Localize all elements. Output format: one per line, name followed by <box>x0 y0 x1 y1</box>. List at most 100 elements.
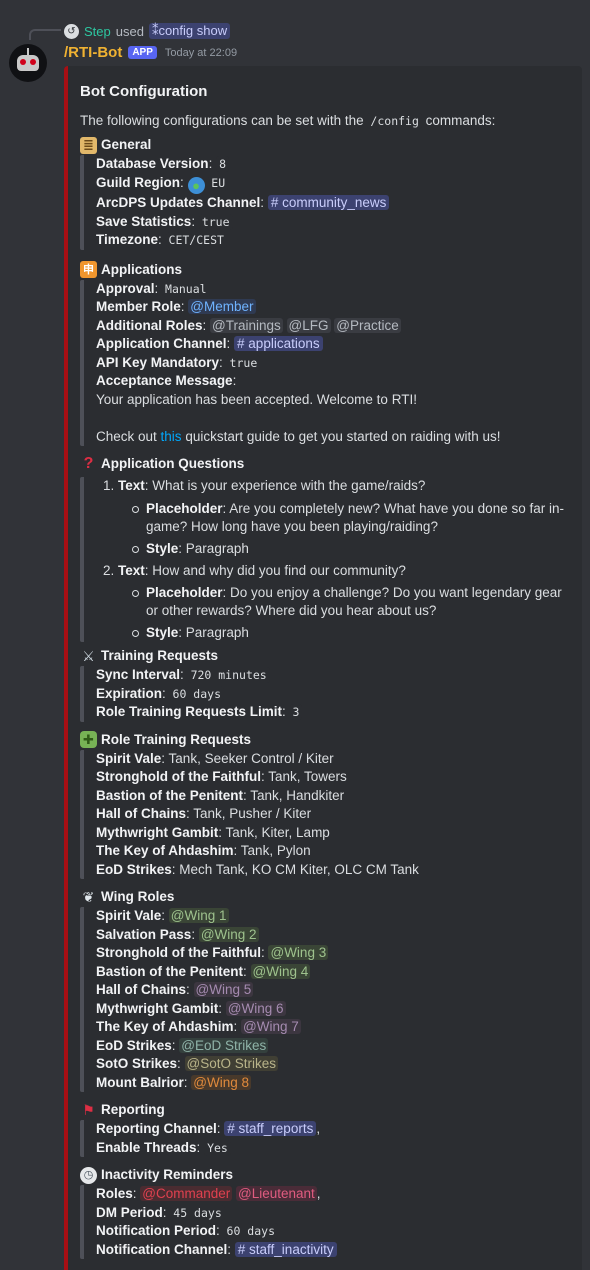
role-mention[interactable]: @Wing 3 <box>268 945 329 961</box>
wing-role-row: Mythwright Gambit: @Wing 6 <box>96 1000 286 1016</box>
reply-context[interactable]: ↺ Step used ⁑config show <box>64 22 231 40</box>
arcdps-channel-row: ArcDPS Updates Channel: # community_news <box>96 194 575 213</box>
inactivity-roles-row: Roles: @Commander @Lieutenant, <box>96 1186 321 1202</box>
wing-icon: ❦ <box>82 889 95 906</box>
section-inactivity: Roles: @Commander @Lieutenant, DM Period… <box>80 1185 575 1260</box>
role-mention[interactable]: @Wing 6 <box>225 1000 286 1016</box>
app-tag: APP <box>128 46 157 59</box>
section-general-heading: ≣ General <box>80 135 575 155</box>
question-item: Text: What is your experience with the g… <box>118 477 575 558</box>
timezone-row: Timezone: CET/CEST <box>96 231 575 250</box>
globe-icon: ● <box>187 177 205 195</box>
role-mention[interactable]: @Trainings <box>210 317 283 333</box>
puzzle-icon: ✚ <box>80 731 97 749</box>
api-key-row: API Key Mandatory: true <box>96 354 575 373</box>
placeholder-row: Placeholder: Are you completely new? Wha… <box>128 500 575 536</box>
bot-name[interactable]: /RTI-Bot <box>64 44 122 61</box>
notification-period-row: Notification Period: 60 days <box>96 1222 575 1241</box>
question-icon: ? <box>83 455 94 473</box>
placeholder-row: Placeholder: Do you enjoy a challenge? D… <box>128 584 575 620</box>
question-details: Placeholder: Do you enjoy a challenge? D… <box>118 584 575 642</box>
guild-region-row: Guild Region: ● EU <box>96 174 575 195</box>
section-reporting-heading: ⚑ Reporting <box>80 1100 575 1120</box>
sync-interval-row: Sync Interval: 720 minutes <box>96 666 575 685</box>
channel-mention[interactable]: # staff_inactivity <box>234 1241 337 1257</box>
style-row: Style: Paragraph <box>128 540 575 558</box>
embed-title: Bot Configuration <box>80 83 208 100</box>
section-general: Database Version: 8 Guild Region: ● EU A… <box>80 155 575 250</box>
acceptance-message-line1: Your application has been accepted. Welc… <box>96 391 417 407</box>
role-mention[interactable]: @Wing 1 <box>168 908 229 924</box>
role-mention[interactable]: @LFG <box>286 317 331 333</box>
bot-avatar[interactable] <box>9 44 47 82</box>
timestamp[interactable]: Today at 22:09 <box>165 47 237 59</box>
config-command-code: /config <box>367 113 422 129</box>
role-training-row: EoD Strikes: Mech Tank, KO CM Kiter, OLC… <box>96 861 419 877</box>
role-training-row: Spirit Vale: Tank, Seeker Control / Kite… <box>96 750 334 766</box>
reporting-channel-row: Reporting Channel: # staff_reports, <box>96 1121 321 1137</box>
approval-row: Approval: Manual <box>96 280 575 299</box>
reply-user[interactable]: Step <box>84 24 111 39</box>
limit-row: Role Training Requests Limit: 3 <box>96 703 575 722</box>
channel-mention[interactable]: # applications <box>234 336 323 352</box>
question-item: Text: How and why did you find our commu… <box>118 562 575 643</box>
role-mention[interactable]: @Member <box>188 299 256 315</box>
additional-roles-row: Additional Roles: @Trainings @LFG @Pract… <box>96 317 401 333</box>
section-applications-heading: 申 Applications <box>80 260 575 280</box>
section-questions-heading: ? Application Questions <box>80 454 575 474</box>
role-training-row: Mythwright Gambit: Tank, Kiter, Lamp <box>96 824 330 840</box>
user-avatar-small-icon: ↺ <box>64 23 79 39</box>
wing-role-row: Bastion of the Penitent: @Wing 4 <box>96 963 311 979</box>
embed-description: The following configurations can be set … <box>80 113 496 129</box>
flag-icon: ⚑ <box>82 1102 95 1119</box>
role-mention[interactable]: @Wing 8 <box>191 1074 251 1090</box>
role-mention[interactable]: @Wing 2 <box>198 926 259 942</box>
wing-role-row: Spirit Vale: @Wing 1 <box>96 908 229 924</box>
clock-icon: ◷ <box>80 1166 97 1184</box>
section-training-heading: ⚔ Training Requests <box>80 646 575 666</box>
role-training-row: Bastion of the Penitent: Tank, Handkiter <box>96 787 345 803</box>
expiration-row: Expiration: 60 days <box>96 685 575 704</box>
save-statistics-row: Save Statistics: true <box>96 213 575 232</box>
robot-icon <box>17 48 39 71</box>
question-details: Placeholder: Are you completely new? Wha… <box>118 500 575 558</box>
role-training-row: Stronghold of the Faithful: Tank, Towers <box>96 769 347 785</box>
acceptance-message-row: Acceptance Message: <box>96 373 237 389</box>
acceptance-message-line2: Check out this quickstart guide to get y… <box>96 428 501 444</box>
wing-role-row: The Key of Ahdashim: @Wing 7 <box>96 1019 301 1035</box>
quickstart-link[interactable]: this <box>161 429 182 444</box>
enable-threads-row: Enable Threads: Yes <box>96 1139 575 1158</box>
reply-command-text: config show <box>158 23 228 38</box>
config-embed: Bot Configuration The following configur… <box>64 66 582 1270</box>
role-training-row: Hall of Chains: Tank, Pusher / Kiter <box>96 806 312 822</box>
role-mention[interactable]: @SotO Strikes <box>184 1056 279 1072</box>
section-role-training-heading: ✚ Role Training Requests <box>80 730 575 750</box>
wing-role-row: Hall of Chains: @Wing 5 <box>96 982 254 998</box>
section-wing-roles: Spirit Vale: @Wing 1 Salvation Pass: @Win… <box>80 907 575 1093</box>
questions-list: Text: What is your experience with the g… <box>96 477 575 642</box>
message-header: /RTI-Bot APP Today at 22:09 <box>64 44 237 61</box>
role-mention[interactable]: @Commander <box>140 1186 233 1202</box>
role-training-row: The Key of Ahdashim: Tank, Pylon <box>96 843 311 859</box>
role-mention[interactable]: @Wing 4 <box>250 963 311 979</box>
wing-role-row: Stronghold of the Faithful: @Wing 3 <box>96 945 329 961</box>
wing-role-row: Mount Balrior: @Wing 8 <box>96 1074 251 1090</box>
role-mention[interactable]: @EoD Strikes <box>179 1037 269 1053</box>
section-training: Sync Interval: 720 minutes Expiration: 6… <box>80 666 575 722</box>
reply-verb: used <box>115 23 144 39</box>
role-mention[interactable]: @Lieutenant <box>236 1186 317 1202</box>
section-wing-roles-heading: ❦ Wing Roles <box>80 887 575 907</box>
section-questions: Text: What is your experience with the g… <box>80 477 575 643</box>
section-reporting: Reporting Channel: # staff_reports, Enab… <box>80 1120 575 1158</box>
channel-mention[interactable]: # community_news <box>267 195 390 211</box>
reply-command[interactable]: ⁑config show <box>148 23 231 39</box>
role-mention[interactable]: @Wing 5 <box>193 982 254 998</box>
section-role-training: Spirit Vale: Tank, Seeker Control / Kite… <box>80 749 575 880</box>
role-mention[interactable]: @Wing 7 <box>241 1019 301 1035</box>
reply-connector <box>29 29 61 40</box>
role-mention[interactable]: @Practice <box>334 317 401 333</box>
wing-role-row: EoD Strikes: @EoD Strikes <box>96 1037 269 1053</box>
wing-role-row: Salvation Pass: @Wing 2 <box>96 926 259 942</box>
channel-mention[interactable]: # staff_reports <box>224 1121 317 1137</box>
